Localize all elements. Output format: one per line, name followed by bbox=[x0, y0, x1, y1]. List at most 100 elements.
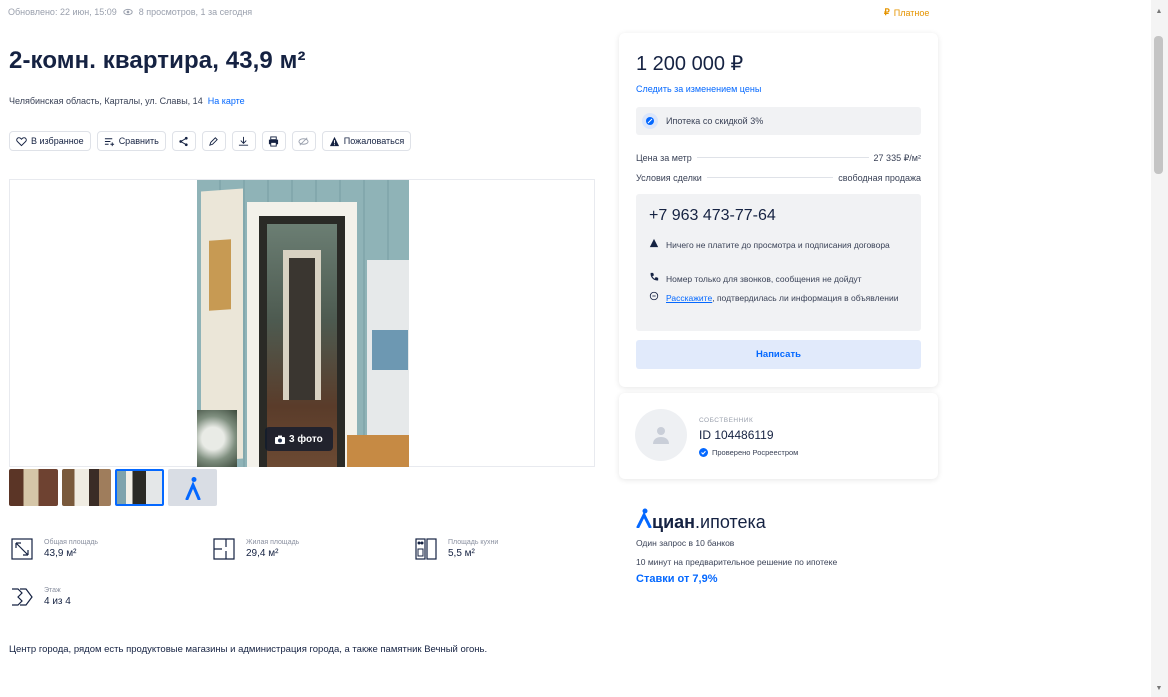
photo-poster bbox=[209, 239, 231, 311]
user-icon bbox=[653, 427, 669, 444]
pencil-icon bbox=[209, 136, 219, 146]
heart-icon bbox=[16, 136, 27, 146]
eye-off-icon bbox=[298, 137, 309, 145]
thumbnail-2[interactable] bbox=[62, 469, 111, 506]
check-badge-icon bbox=[699, 448, 708, 457]
thumbnail-3-selected[interactable] bbox=[115, 469, 164, 506]
follow-price-link[interactable]: Следить за изменением цены bbox=[636, 84, 761, 94]
spec-floor-label: Этаж bbox=[44, 587, 61, 594]
photo-gallery[interactable]: 3 фото bbox=[9, 179, 595, 467]
page-title: 2-комн. квартира, 43,9 м² bbox=[9, 47, 306, 74]
spec-kitchen-area: Площадь кухни 5,5 м² bbox=[414, 537, 498, 561]
stairs-icon bbox=[12, 588, 33, 606]
note3: Расскажите, подтвердилась ли информация … bbox=[666, 291, 898, 305]
kitchen-icon bbox=[415, 538, 437, 560]
hide-button[interactable] bbox=[291, 131, 316, 151]
spec-kitchen-label: Площадь кухни bbox=[448, 539, 499, 546]
note-feedback: Расскажите, подтвердилась ли информация … bbox=[649, 291, 899, 305]
address: Челябинская область, Карталы, ул. Славы,… bbox=[9, 96, 245, 106]
terms-label: Условия сделки bbox=[636, 173, 702, 183]
room-plan-icon bbox=[213, 538, 235, 560]
edit-button[interactable] bbox=[201, 131, 226, 151]
eye-icon bbox=[123, 8, 133, 16]
cian-line2: 10 минут на предварительное решение по и… bbox=[636, 557, 838, 567]
views-text: 8 просмотров, 1 за сегодня bbox=[138, 7, 253, 17]
spec-living-value: 29,4 м² bbox=[246, 548, 279, 559]
spec-total-area: Общая площадь 43,9 м² bbox=[10, 537, 98, 561]
listing-meta: Обновлено: 22 июн, 15:09 8 просмотров, 1… bbox=[8, 7, 252, 17]
mortgage-text: Ипотека со скидкой 3% bbox=[666, 116, 764, 126]
complain-label: Пожаловаться bbox=[343, 136, 405, 146]
printer-icon bbox=[269, 135, 279, 147]
verified-badge: Проверено Росреестром bbox=[699, 448, 798, 457]
compare-icon bbox=[104, 137, 114, 146]
spec-total-value: 43,9 м² bbox=[44, 548, 77, 559]
favorite-label: В избранное bbox=[31, 136, 84, 146]
discount-icon bbox=[642, 113, 658, 129]
updated-text: Обновлено: 22 июн, 15:09 bbox=[8, 7, 117, 17]
dotted-divider bbox=[696, 157, 869, 158]
cian-line1: Один запрос в 10 банков bbox=[636, 538, 735, 548]
spec-kitchen-value: 5,5 м² bbox=[448, 548, 475, 559]
compare-button[interactable]: Сравнить bbox=[96, 131, 166, 151]
spec-floor: Этаж 4 из 4 bbox=[10, 585, 71, 609]
photo-count-badge[interactable]: 3 фото bbox=[265, 427, 333, 451]
spec-living-label: Жилая площадь bbox=[246, 539, 300, 546]
photo-far-doorway bbox=[289, 258, 315, 400]
cian-mortgage-card[interactable]: циан .ипотека Один запрос в 10 банков 10 … bbox=[619, 488, 938, 604]
scroll-up-arrow-icon[interactable]: ▲ bbox=[1153, 8, 1165, 16]
photo-plant bbox=[197, 410, 237, 467]
note2-text: Номер только для звонков, сообщения не д… bbox=[666, 274, 862, 284]
cian-logo: циан .ипотека bbox=[636, 508, 766, 533]
terms-row: Условия сделки свободная продажа bbox=[636, 173, 921, 183]
warning-icon bbox=[329, 136, 339, 146]
download-icon bbox=[239, 136, 249, 146]
address-text: Челябинская область, Карталы, ул. Славы,… bbox=[9, 96, 203, 106]
photo-count: 3 фото bbox=[289, 433, 323, 445]
terms-value: свободная продажа bbox=[838, 173, 921, 183]
share-icon bbox=[179, 136, 188, 146]
note1-text: Ничего не платите до просмотра и подписа… bbox=[666, 240, 890, 250]
print-button[interactable] bbox=[261, 131, 286, 151]
note-calls-only: Номер только для звонков, сообщения не д… bbox=[649, 272, 899, 286]
thumbnail-strip bbox=[9, 469, 217, 506]
verified-text: Проверено Росреестром bbox=[712, 448, 799, 457]
owner-card: СОБСТВЕННИК ID 104486119 Проверено Росре… bbox=[619, 393, 938, 479]
price-card: 1 200 000 ₽ Следить за изменением цены И… bbox=[619, 33, 938, 387]
phone-number[interactable]: +7 963 473-77-64 bbox=[649, 207, 776, 225]
photo-floor bbox=[347, 435, 409, 467]
download-button[interactable] bbox=[231, 131, 256, 151]
feedback-link[interactable]: Расскажите bbox=[666, 293, 712, 303]
thumbnail-1[interactable] bbox=[9, 469, 58, 506]
phone-icon bbox=[650, 272, 659, 281]
thumbnail-map[interactable] bbox=[168, 469, 217, 506]
dotted-divider bbox=[706, 177, 834, 178]
owner-id[interactable]: ID 104486119 bbox=[699, 428, 774, 442]
note-no-prepay: Ничего не платите до просмотра и подписа… bbox=[649, 238, 899, 252]
cian-logo-bold: циан bbox=[652, 512, 696, 532]
per-meter-label: Цена за метр bbox=[636, 153, 692, 163]
mortgage-offer[interactable]: Ипотека со скидкой 3% bbox=[636, 107, 921, 135]
cian-rates-link[interactable]: Ставки от 7,9% bbox=[636, 573, 718, 585]
warning-icon bbox=[649, 238, 659, 248]
paid-badge: ₽ Платное bbox=[884, 7, 929, 18]
area-expand-icon bbox=[11, 538, 33, 560]
map-link[interactable]: На карте bbox=[208, 96, 245, 106]
scrollbar-thumb[interactable] bbox=[1154, 36, 1163, 174]
price: 1 200 000 ₽ bbox=[636, 53, 744, 75]
spec-living-area: Жилая площадь 29,4 м² bbox=[212, 537, 299, 561]
per-meter-value: 27 335 ₽/м² bbox=[873, 153, 921, 163]
write-button[interactable]: Написать bbox=[636, 340, 921, 369]
share-button[interactable] bbox=[171, 131, 196, 151]
ruble-icon: ₽ bbox=[884, 7, 890, 17]
scroll-down-arrow-icon[interactable]: ▼ bbox=[1153, 685, 1165, 693]
complain-button[interactable]: Пожаловаться bbox=[321, 131, 412, 151]
avatar[interactable] bbox=[635, 409, 687, 461]
main-photo[interactable] bbox=[197, 180, 409, 467]
favorite-button[interactable]: В избранное bbox=[9, 131, 91, 151]
map-pin-person-icon bbox=[185, 476, 200, 500]
price-per-meter-row: Цена за метр 27 335 ₽/м² bbox=[636, 153, 921, 164]
spec-total-label: Общая площадь bbox=[44, 539, 99, 546]
feedback-icon bbox=[649, 291, 659, 301]
compare-label: Сравнить bbox=[118, 136, 159, 146]
